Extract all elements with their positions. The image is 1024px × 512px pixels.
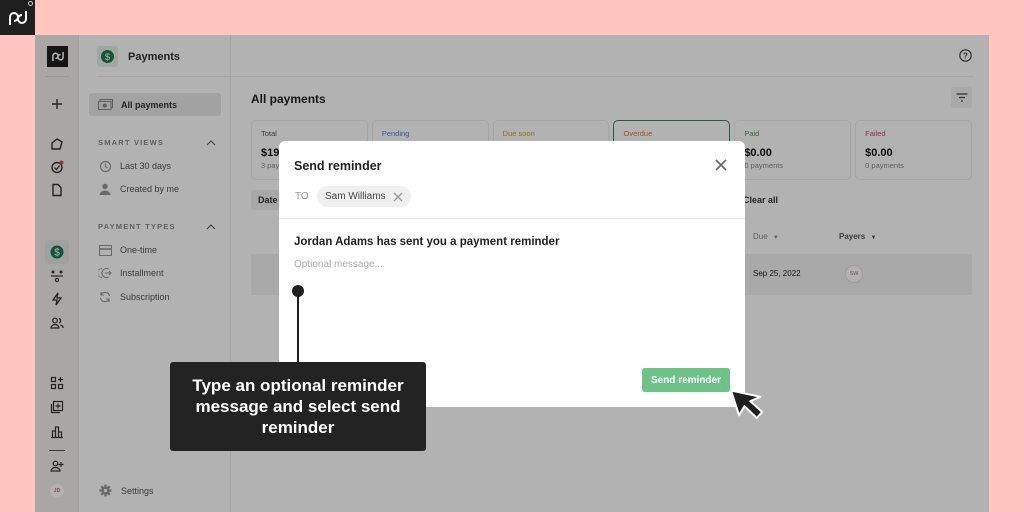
instruction-callout: Type an optional reminder message and se… xyxy=(170,362,426,451)
reminder-subject: Jordan Adams has sent you a payment remi… xyxy=(294,236,560,248)
recipient-name: Sam Williams xyxy=(325,191,386,202)
to-label: TO xyxy=(295,191,309,202)
brand-logo xyxy=(0,0,35,35)
send-reminder-button[interactable]: Send reminder xyxy=(641,368,730,392)
message-input[interactable] xyxy=(294,259,724,359)
recipient-chip: Sam Williams xyxy=(317,186,411,207)
remove-recipient-icon[interactable] xyxy=(393,192,403,202)
dialog-title: Send reminder xyxy=(294,159,382,173)
close-icon[interactable] xyxy=(713,157,729,173)
pd-logo-icon xyxy=(8,10,27,25)
registered-mark xyxy=(28,1,33,6)
dialog-divider xyxy=(279,218,745,219)
callout-pointer-line xyxy=(297,293,299,363)
mouse-cursor-icon xyxy=(730,389,764,419)
